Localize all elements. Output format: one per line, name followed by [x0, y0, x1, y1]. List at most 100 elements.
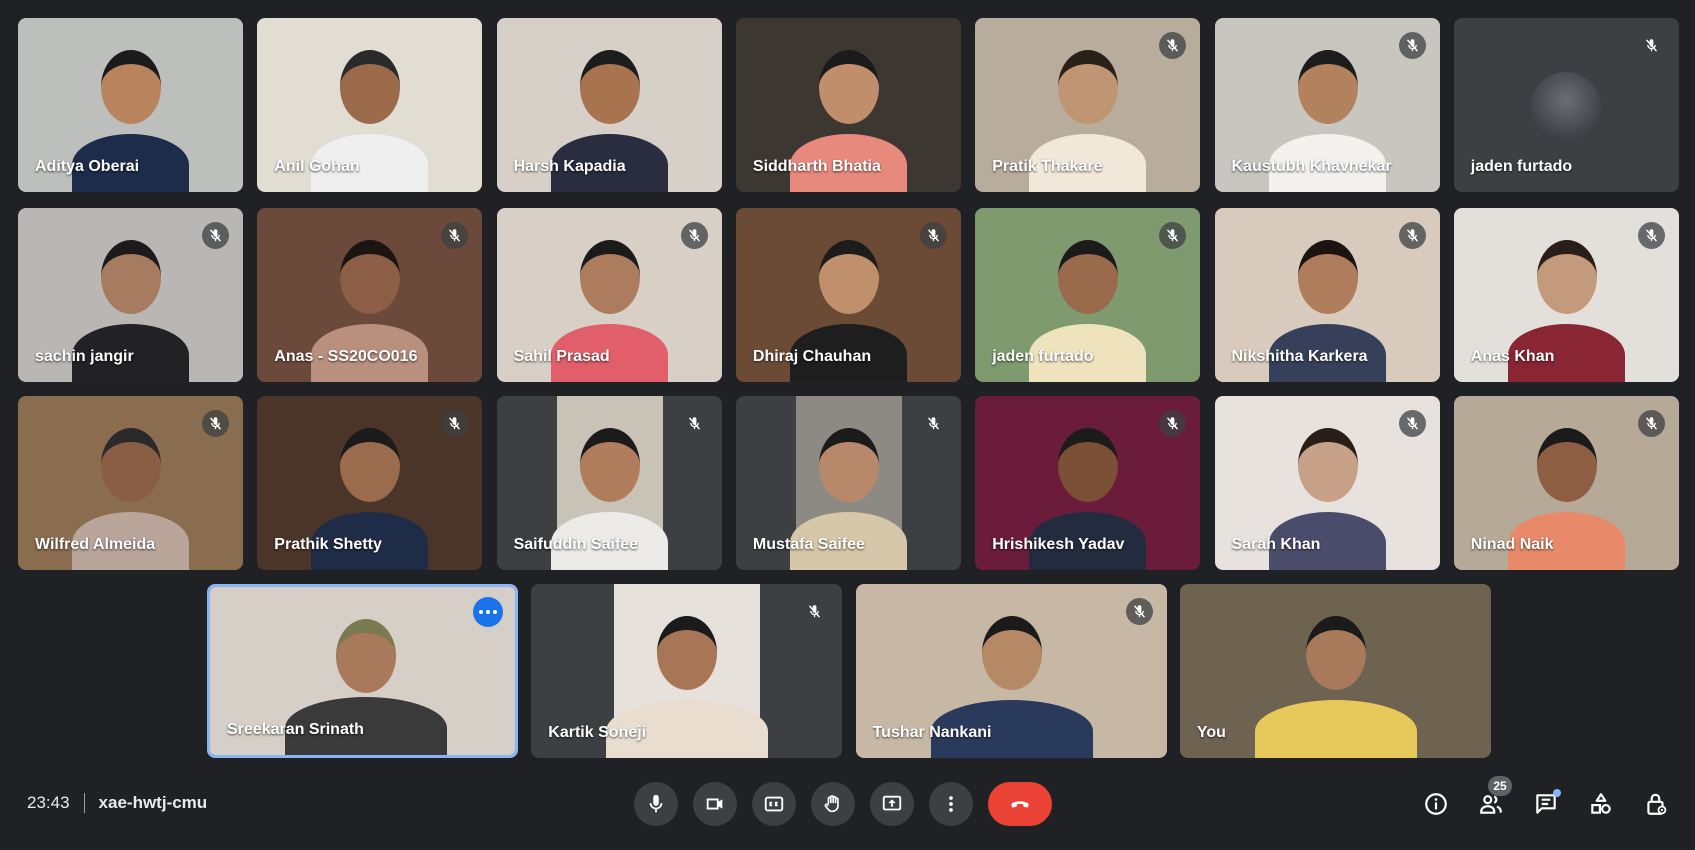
participant-tile[interactable]: Kaustubh Khavnekar — [1214, 18, 1440, 192]
participant-tile[interactable]: Tushar Nankani — [855, 584, 1167, 758]
raise-hand-button[interactable] — [811, 782, 855, 826]
participant-figure-head — [1058, 240, 1119, 314]
mic-off-icon — [449, 417, 461, 430]
side-controls: 25 — [1419, 776, 1673, 826]
mic-button[interactable] — [634, 782, 678, 826]
present-icon — [882, 795, 902, 811]
participant-tile[interactable]: Kartik Soneji — [531, 584, 843, 758]
camera-button[interactable] — [693, 782, 737, 826]
participant-name: Nikshitha Karkera — [1231, 348, 1368, 365]
participant-figure-head — [1305, 616, 1366, 690]
participant-name: Harsh Kapadia — [513, 158, 626, 175]
participant-name: Prathik Shetty — [274, 536, 382, 553]
mic-off-icon — [1406, 229, 1418, 242]
mic-off-icon — [1645, 417, 1657, 430]
participant-tile[interactable]: sachin jangir — [18, 208, 243, 382]
participant-tile[interactable]: Mustafa Saifee — [735, 396, 961, 570]
participant-figure-head — [1058, 428, 1119, 502]
participant-name: Anas Khan — [1470, 348, 1555, 365]
participant-tile[interactable]: Siddharth Bhatia — [735, 18, 961, 192]
captions-button[interactable] — [752, 782, 796, 826]
participant-figure-head — [1297, 428, 1358, 502]
call-controls — [634, 782, 1052, 826]
participant-tile[interactable]: Wilfred Almeida — [18, 396, 243, 570]
participant-tile[interactable]: Anas - SS20CO016 — [257, 208, 483, 382]
participant-tile[interactable]: jaden furtado — [975, 208, 1201, 382]
mic-off-icon — [927, 417, 939, 430]
participant-figure-head — [579, 240, 640, 314]
mic-off-icon — [1645, 39, 1657, 52]
more-options-button[interactable] — [929, 782, 973, 826]
mic-off-icon — [688, 417, 700, 430]
present-button[interactable] — [870, 782, 914, 826]
muted-indicator — [1398, 32, 1426, 59]
participant-tile[interactable]: Dhiraj Chauhan — [735, 208, 961, 382]
participant-name: Dhiraj Chauhan — [752, 348, 872, 365]
mic-off-icon — [1645, 229, 1657, 242]
muted-indicator — [202, 410, 229, 437]
participant-tile[interactable]: Prathik Shetty — [257, 396, 483, 570]
muted-indicator — [1637, 410, 1665, 437]
mic-off-icon — [209, 229, 222, 242]
participant-figure-head — [101, 428, 161, 502]
participant-name: Hrishikesh Yadav — [992, 536, 1125, 553]
participant-name: sachin jangir — [35, 348, 134, 365]
participant-name: jaden furtado — [1470, 158, 1573, 175]
participant-figure-head — [579, 428, 640, 502]
participant-tile[interactable]: Saifuddin Saifee — [496, 396, 722, 570]
meeting-details-button[interactable] — [1419, 782, 1453, 826]
participant-figure-head — [579, 50, 640, 124]
participant-tile[interactable]: Sreekaran Srinath — [207, 584, 518, 758]
muted-indicator — [919, 410, 947, 437]
muted-indicator — [1159, 32, 1187, 59]
people-button[interactable]: 25 — [1474, 776, 1512, 826]
more-horiz-icon-dot — [479, 610, 483, 614]
participant-tile[interactable]: Nikshitha Karkera — [1214, 208, 1440, 382]
activities-button[interactable] — [1584, 782, 1618, 826]
mic-off-icon — [1133, 605, 1145, 618]
participant-name: Sarah Khan — [1231, 536, 1321, 553]
participant-figure-head — [340, 50, 401, 124]
meeting-info-divider — [83, 793, 85, 813]
participant-figure-head — [1297, 50, 1358, 124]
participant-tile[interactable]: jaden furtado — [1453, 18, 1679, 192]
meet-app: Aditya Oberai Anil Gohan Harsh Kapadia Sidd… — [0, 0, 1695, 850]
meeting-code[interactable]: xae-hwtj-cmu — [99, 793, 208, 813]
mic-off-icon — [1167, 229, 1179, 242]
participant-name: Saifuddin Saifee — [513, 536, 639, 553]
host-controls-button[interactable] — [1639, 782, 1673, 826]
mic-off-icon — [209, 417, 222, 430]
muted-indicator — [1637, 32, 1665, 59]
participant-name: Anil Gohan — [274, 158, 360, 175]
participant-figure-body — [1254, 700, 1417, 758]
participant-figure-head — [818, 50, 879, 124]
participant-figure-head — [818, 428, 879, 502]
participant-figure-head — [336, 619, 396, 693]
participant-figure-head — [101, 240, 161, 314]
end-call-button[interactable] — [988, 782, 1052, 826]
participant-figure-head — [1536, 240, 1597, 314]
mic-off-icon — [1406, 417, 1418, 430]
participant-figure-head — [1536, 428, 1597, 502]
participant-tile[interactable]: Sarah Khan — [1214, 396, 1440, 570]
participant-figure-head — [1058, 50, 1119, 124]
mic-off-icon — [1406, 39, 1418, 52]
more-vert-icon — [949, 796, 953, 812]
participant-tile[interactable]: Ninad Naik — [1453, 396, 1679, 570]
participant-tile[interactable]: Harsh Kapadia — [496, 18, 722, 192]
participant-tile[interactable]: Sahil Prasad — [496, 208, 722, 382]
chat-button[interactable] — [1529, 782, 1563, 826]
participant-name: Aditya Oberai — [35, 158, 140, 175]
participant-tile[interactable]: Anas Khan — [1453, 208, 1679, 382]
participant-tile[interactable]: You — [1179, 584, 1491, 758]
participant-tile[interactable]: Aditya Oberai — [18, 18, 243, 192]
participant-figure-head — [818, 240, 879, 314]
participant-more-options-button[interactable] — [473, 597, 503, 627]
participant-figure-head — [340, 428, 401, 502]
mic-off-icon — [449, 229, 461, 242]
participant-tile[interactable]: Pratik Thakare — [975, 18, 1201, 192]
participant-tile[interactable]: Hrishikesh Yadav — [975, 396, 1201, 570]
end-call-icon — [1011, 801, 1029, 808]
participant-tile[interactable]: Anil Gohan — [257, 18, 483, 192]
bottom-bar: 23:43 xae-hwtj-cmu 25 — [0, 770, 1695, 840]
